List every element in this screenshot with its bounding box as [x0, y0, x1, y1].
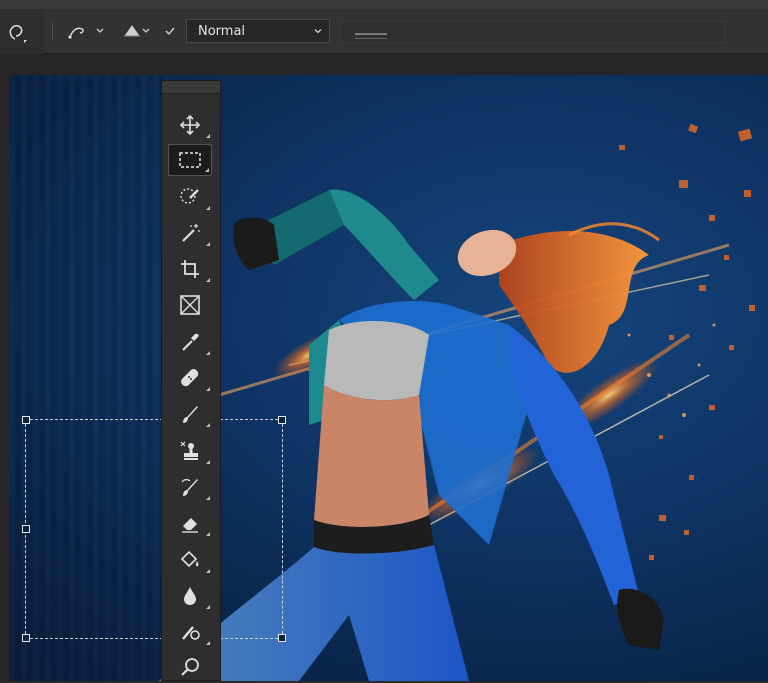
angle-settings-button[interactable] — [120, 19, 156, 43]
paint-bucket-icon — [180, 550, 199, 568]
dodge-icon — [182, 626, 200, 640]
opacity-slider-track[interactable] — [355, 33, 387, 35]
toolbar-grip[interactable] — [162, 81, 220, 94]
blur-tool[interactable] — [168, 580, 212, 612]
more-tools-indicator — [205, 168, 209, 172]
more-tools-indicator — [206, 532, 210, 536]
tools-panel — [161, 80, 221, 681]
crop-icon — [181, 260, 199, 278]
more-tools-indicator — [206, 605, 210, 609]
options-bar: Normal — [0, 9, 768, 61]
checkmark-icon — [165, 27, 175, 36]
curve-pen-icon — [68, 27, 104, 39]
marquee-handle-left[interactable] — [22, 525, 30, 533]
more-tools-indicator — [206, 387, 210, 391]
blend-mode-value: Normal — [198, 23, 246, 39]
history-brush-tool[interactable] — [168, 471, 212, 503]
opacity-field[interactable] — [340, 21, 725, 43]
dodge-tool[interactable] — [168, 616, 212, 648]
more-tools-indicator — [206, 496, 210, 500]
marquee-icon — [179, 152, 201, 168]
more-tools-indicator — [206, 134, 210, 138]
more-tools-indicator — [206, 206, 210, 210]
opacity-slider-line — [355, 38, 387, 39]
selection-marquee[interactable] — [22, 416, 286, 642]
brush-settings-button[interactable] — [64, 19, 108, 43]
chevron-down-icon — [314, 29, 322, 34]
document-canvas[interactable] — [9, 75, 768, 681]
clone-stamp-tool[interactable] — [168, 435, 212, 467]
quick-selection-tool[interactable] — [168, 181, 212, 213]
more-tools-indicator — [206, 423, 210, 427]
bandage-icon — [181, 369, 199, 387]
triangle-angle-icon — [124, 25, 150, 37]
marquee-handle-top-right[interactable] — [278, 416, 286, 424]
more-tools-indicator — [206, 351, 210, 355]
marquee-handle-bottom-left[interactable] — [22, 634, 30, 642]
crop-tool[interactable] — [168, 253, 212, 285]
enable-option-checkbox[interactable] — [160, 19, 180, 43]
more-tools-indicator — [206, 278, 210, 282]
marquee-handle-top-left[interactable] — [22, 416, 30, 424]
stamp-icon — [180, 441, 198, 460]
more-tools-indicator — [206, 460, 210, 464]
eraser-tool[interactable] — [168, 507, 212, 539]
more-tools-indicator — [206, 569, 210, 573]
move-tool[interactable] — [168, 109, 212, 141]
more-tools-indicator — [206, 641, 210, 645]
eyedropper-tool[interactable] — [168, 326, 212, 358]
water-drop-icon — [184, 587, 196, 605]
magic-wand-tool[interactable] — [168, 217, 212, 249]
rectangular-marquee-tool[interactable] — [168, 144, 212, 176]
magic-wand-icon — [182, 224, 200, 242]
lasso-preset-icon — [9, 25, 27, 43]
options-separator — [52, 21, 53, 41]
eraser-icon — [182, 518, 198, 533]
magnifier-partial-icon — [181, 658, 199, 676]
history-brush-icon — [181, 478, 198, 496]
frame-tool[interactable] — [168, 289, 212, 321]
spot-healing-brush-tool[interactable] — [168, 362, 212, 394]
brush-tool[interactable] — [168, 398, 212, 430]
eyedropper-icon — [182, 333, 199, 351]
move-icon — [179, 114, 201, 136]
pen-tool[interactable] — [168, 651, 212, 683]
brush-icon — [183, 406, 198, 423]
more-tools-indicator — [206, 242, 210, 246]
marquee-handle-bottom-right[interactable] — [278, 634, 286, 642]
frame-icon — [180, 295, 200, 315]
blend-mode-select[interactable]: Normal — [186, 19, 330, 43]
paint-bucket-tool[interactable] — [168, 544, 212, 576]
quick-selection-icon — [180, 188, 199, 204]
